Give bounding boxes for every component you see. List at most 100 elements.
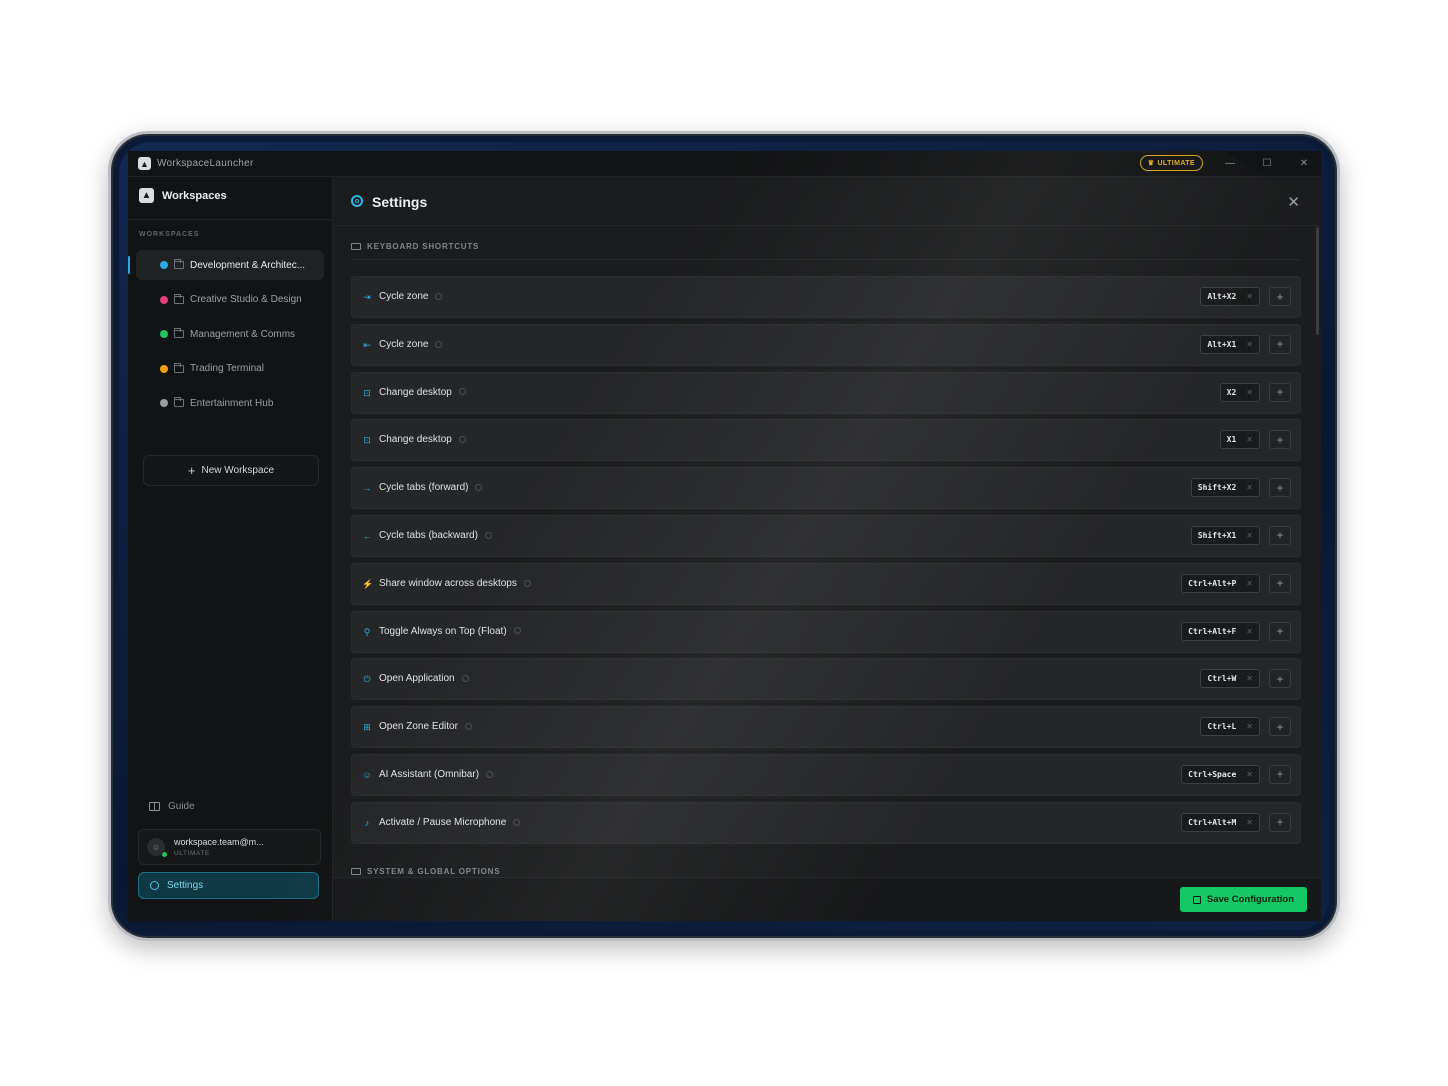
shortcut-row: ⚡ Share window across desktops Ctrl+Alt+… <box>351 562 1301 605</box>
shortcut-label: Open Application <box>379 673 469 684</box>
sidebar-item-label: Management & Comms <box>190 328 296 340</box>
settings-footer: Save Configuration <box>333 877 1321 921</box>
remove-key-icon[interactable]: ✕ <box>1246 531 1253 540</box>
close-settings-button[interactable]: ✕ <box>1287 193 1300 211</box>
sidebar-divider <box>128 219 332 220</box>
shortcut-key-chip[interactable]: X2 ✕ <box>1219 382 1260 402</box>
sidebar-item-trading[interactable]: Trading Terminal <box>136 354 324 384</box>
shortcut-key-chip[interactable]: Alt+X2 ✕ <box>1200 287 1260 306</box>
user-card[interactable]: ☺ workspace.team@m... ULTIMATE <box>138 829 321 865</box>
shortcut-label: AI Assistant (Omnibar) <box>379 769 494 780</box>
shortcut-key: Alt+X1 <box>1207 339 1237 349</box>
info-icon[interactable] <box>435 292 443 300</box>
save-button-label: Save Configuration <box>1206 894 1294 905</box>
new-workspace-button[interactable]: + New Workspace <box>143 455 319 486</box>
settings-panel: Settings ✕ KEYBOARD SHORTCUTS ⇥ Cycle zo… <box>333 177 1321 921</box>
info-icon[interactable] <box>458 388 466 396</box>
online-status-dot <box>161 851 168 858</box>
workspace-color-dot <box>160 330 168 339</box>
ultimate-badge: ♛ ULTIMATE <box>1139 155 1203 171</box>
shortcut-row: ⚲ Toggle Always on Top (Float) Ctrl+Alt+… <box>351 610 1301 653</box>
shortcut-key-chip[interactable]: Ctrl+W ✕ <box>1200 669 1260 689</box>
info-icon[interactable] <box>523 579 531 587</box>
sidebar-brand: ▲ Workspaces <box>139 188 227 203</box>
remove-key-icon[interactable]: ✕ <box>1246 388 1253 397</box>
add-shortcut-button[interactable]: + <box>1269 669 1291 689</box>
save-configuration-button[interactable]: Save Configuration <box>1179 887 1307 912</box>
sidebar-item-settings[interactable]: Settings <box>138 872 319 899</box>
minimize-button[interactable]: — <box>1221 155 1239 171</box>
info-icon[interactable] <box>486 770 494 778</box>
remove-key-icon[interactable]: ✕ <box>1246 627 1253 636</box>
maximize-button[interactable]: ☐ <box>1258 155 1276 171</box>
shortcut-key-chip[interactable]: Ctrl+Alt+M ✕ <box>1181 812 1260 832</box>
guide-link[interactable]: Guide <box>149 801 195 812</box>
add-shortcut-button[interactable]: + <box>1269 334 1291 354</box>
shortcut-key-chip[interactable]: Shift+X2 ✕ <box>1190 478 1260 498</box>
scrollbar[interactable] <box>1316 227 1319 335</box>
info-icon[interactable] <box>458 436 466 444</box>
robot-icon: ☺ <box>362 769 372 780</box>
shortcut-key-chip[interactable]: X1 ✕ <box>1219 430 1260 450</box>
remove-key-icon[interactable]: ✕ <box>1246 579 1253 588</box>
add-shortcut-button[interactable]: + <box>1269 812 1291 832</box>
shortcut-label: Toggle Always on Top (Float) <box>379 626 521 637</box>
shortcut-row: ☺ AI Assistant (Omnibar) Ctrl+Space ✕ + <box>351 753 1301 796</box>
info-icon[interactable] <box>461 675 469 683</box>
app-title: WorkspaceLauncher <box>157 158 254 169</box>
sidebar-item-label: Creative Studio & Design <box>190 294 302 306</box>
add-shortcut-button[interactable]: + <box>1269 430 1291 450</box>
sidebar-item-management[interactable]: Management & Comms <box>136 319 324 349</box>
info-icon[interactable] <box>435 340 443 348</box>
sidebar-item-development[interactable]: Development & Architec... <box>128 250 324 280</box>
remove-key-icon[interactable]: ✕ <box>1246 818 1253 827</box>
add-shortcut-button[interactable]: + <box>1269 525 1291 545</box>
shortcut-label: Cycle zone <box>379 291 443 302</box>
desktop-icon: ⊡ <box>363 387 371 398</box>
window-close-button[interactable]: ✕ <box>1295 155 1313 171</box>
add-shortcut-button[interactable]: + <box>1269 621 1291 641</box>
add-shortcut-button[interactable]: + <box>1269 764 1291 784</box>
add-shortcut-button[interactable]: + <box>1269 287 1291 306</box>
remove-key-icon[interactable]: ✕ <box>1246 435 1253 444</box>
brand-logo-icon: ▲ <box>139 188 154 203</box>
shortcut-key-chip[interactable]: Ctrl+Alt+F ✕ <box>1181 621 1260 641</box>
sidebar-item-entertainment[interactable]: Entertainment Hub <box>136 388 324 418</box>
info-icon[interactable] <box>475 484 483 492</box>
shortcut-row: ← Cycle tabs (backward) Shift+X1 ✕ + <box>351 514 1301 557</box>
add-shortcut-button[interactable]: + <box>1269 717 1291 737</box>
shortcut-row: ⏻ Open Application Ctrl+W ✕ + <box>351 658 1301 701</box>
arrow-left-icon: ← <box>362 530 372 541</box>
crown-icon: ♛ <box>1147 160 1155 167</box>
remove-key-icon[interactable]: ✕ <box>1246 674 1253 683</box>
remove-key-icon[interactable]: ✕ <box>1246 770 1253 779</box>
app-window: ▲ WorkspaceLauncher ♛ ULTIMATE — ☐ ✕ ▲ W… <box>128 151 1321 921</box>
remove-key-icon[interactable]: ✕ <box>1246 483 1253 492</box>
add-shortcut-button[interactable]: + <box>1269 382 1291 402</box>
grid-icon: ⊞ <box>363 722 371 733</box>
sidebar-item-creative[interactable]: Creative Studio & Design <box>136 285 324 315</box>
shortcut-key: X1 <box>1226 435 1237 445</box>
app-logo-icon: ▲ <box>138 157 151 170</box>
shortcut-key-chip[interactable]: Alt+X1 ✕ <box>1200 334 1260 354</box>
shortcut-key-chip[interactable]: Ctrl+Space ✕ <box>1181 764 1260 784</box>
add-shortcut-button[interactable]: + <box>1269 478 1291 498</box>
sidebar-item-label: Entertainment Hub <box>190 397 274 409</box>
workspace-color-dot <box>160 261 168 269</box>
title-bar: ▲ WorkspaceLauncher ♛ ULTIMATE — ☐ ✕ <box>128 151 1321 177</box>
info-icon[interactable] <box>484 531 492 539</box>
plus-icon: + <box>187 463 196 478</box>
remove-key-icon[interactable]: ✕ <box>1246 292 1253 301</box>
shortcut-key-chip[interactable]: Ctrl+Alt+P ✕ <box>1181 573 1260 593</box>
info-icon[interactable] <box>513 627 521 635</box>
shortcut-key-chip[interactable]: Shift+X1 ✕ <box>1190 525 1260 545</box>
shortcut-label: Cycle zone <box>379 339 443 350</box>
shortcut-key-chip[interactable]: Ctrl+L ✕ <box>1200 717 1260 737</box>
workspaces-section-label: WORKSPACES <box>139 231 200 238</box>
info-icon[interactable] <box>513 818 521 826</box>
user-icon: ☺ <box>151 842 161 852</box>
info-icon[interactable] <box>464 723 472 731</box>
remove-key-icon[interactable]: ✕ <box>1246 340 1253 349</box>
add-shortcut-button[interactable]: + <box>1269 573 1291 593</box>
remove-key-icon[interactable]: ✕ <box>1246 722 1253 731</box>
